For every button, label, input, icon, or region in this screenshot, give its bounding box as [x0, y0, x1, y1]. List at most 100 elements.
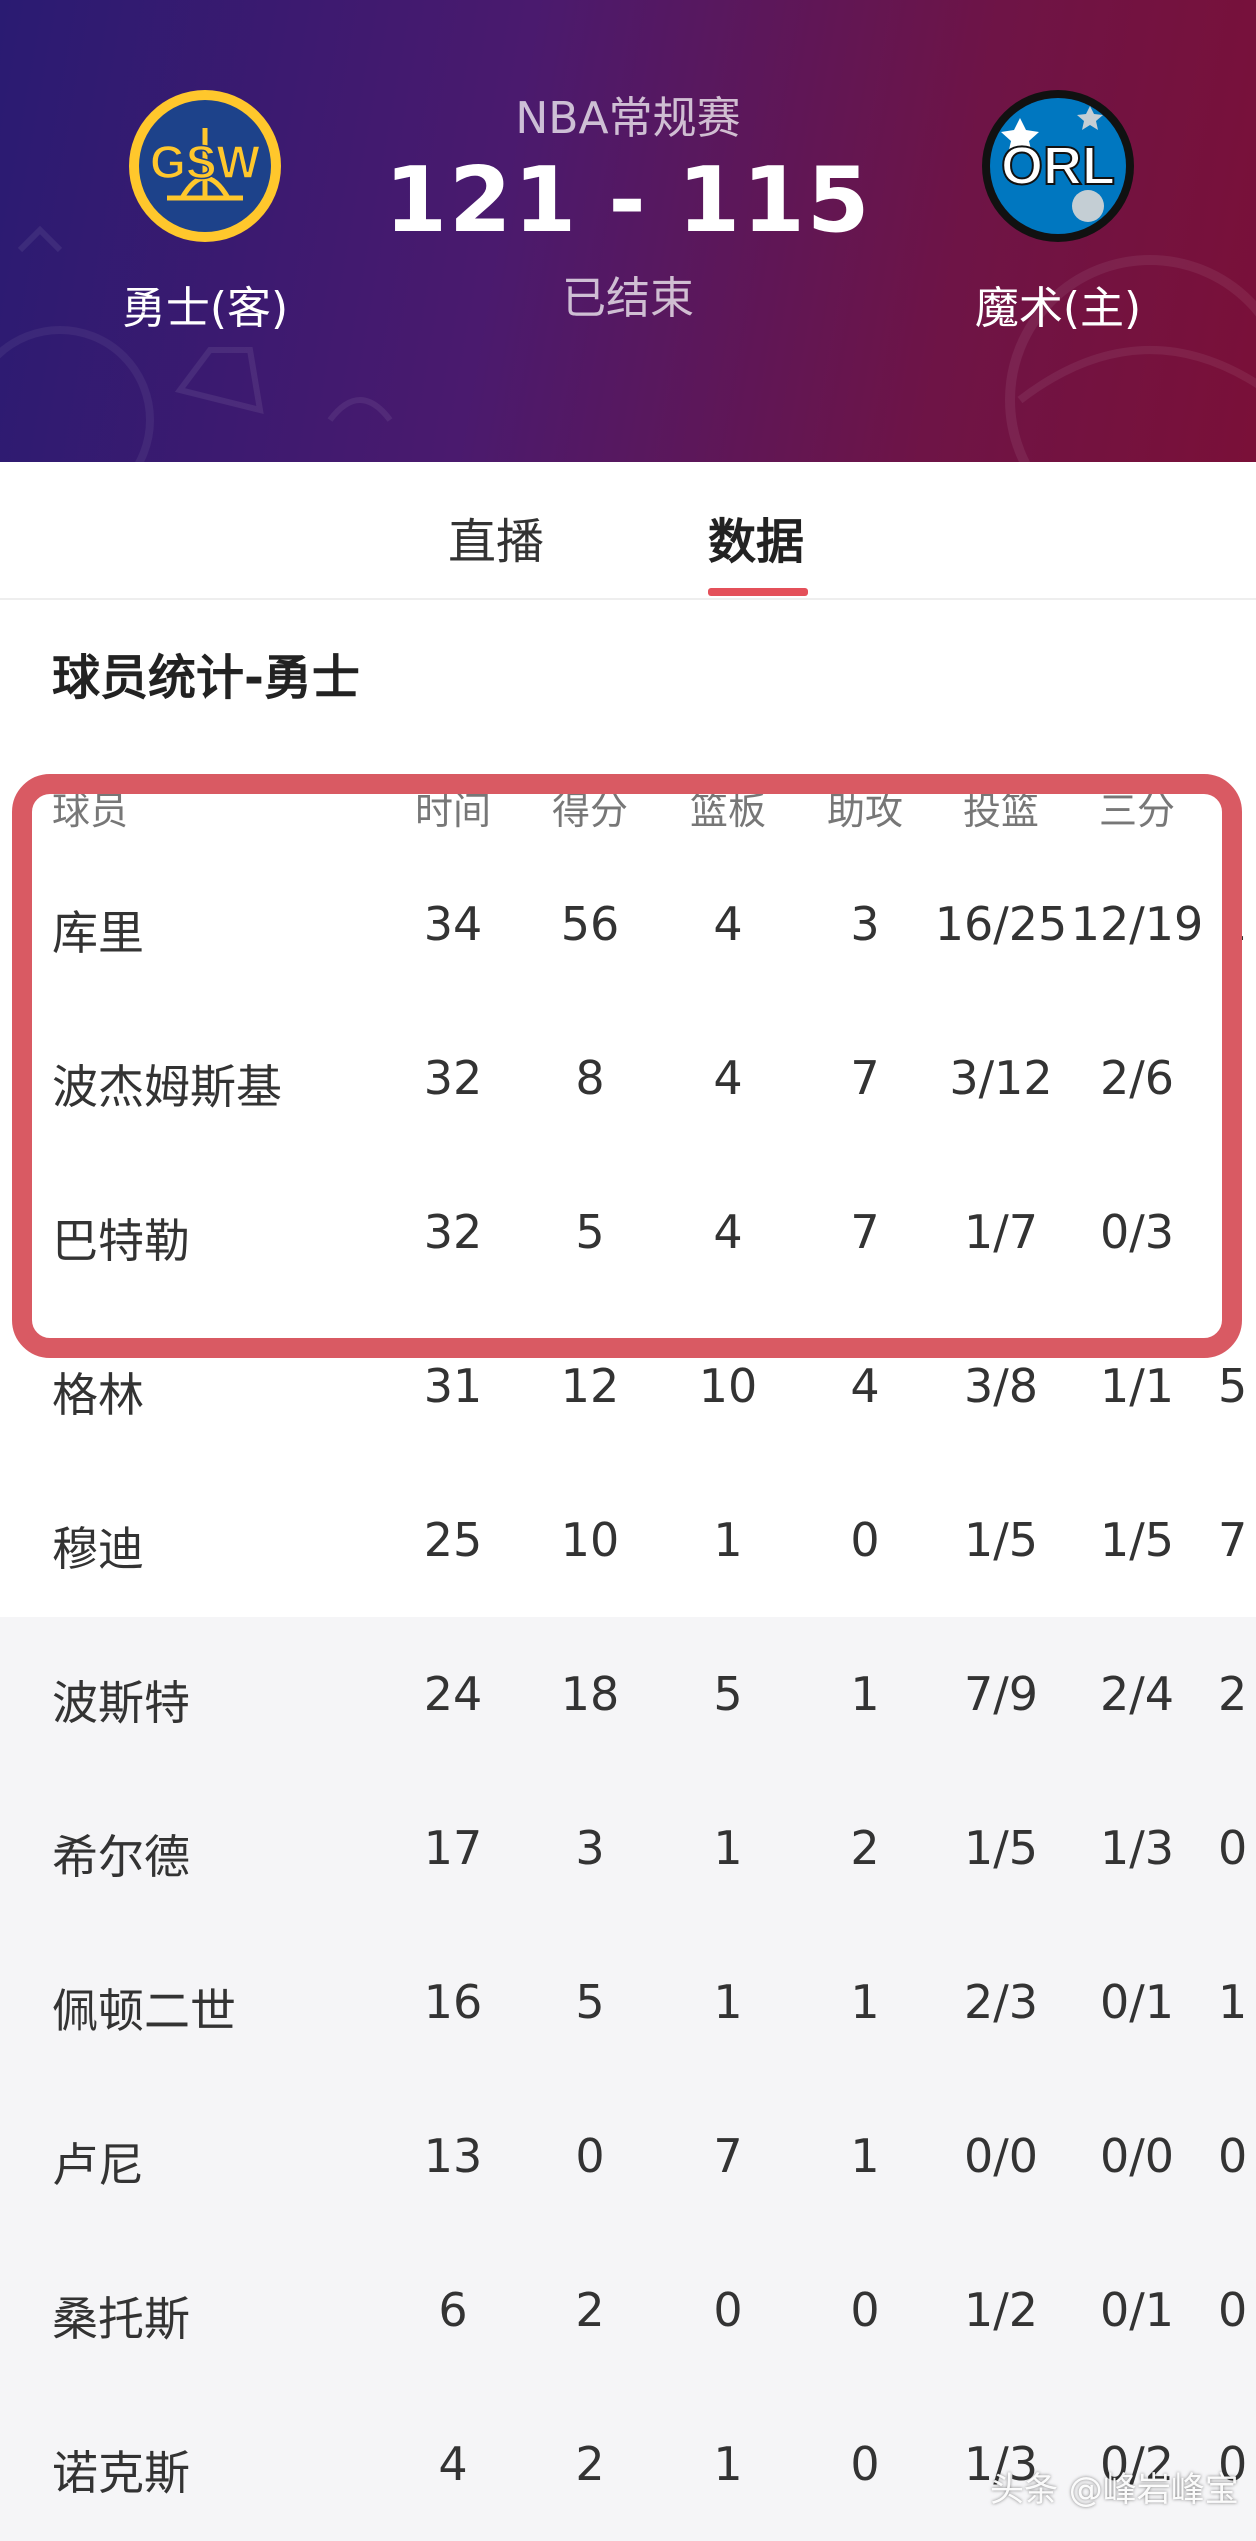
minutes-cell: 24 [423, 1667, 483, 1721]
player-name: 波斯特 [52, 1676, 190, 1730]
three-pointers-cell: 2/4 [1099, 1667, 1175, 1721]
column-header-assists: 助攻 [826, 789, 903, 833]
points-cell: 18 [560, 1667, 620, 1721]
truncated-cell: 0 [1218, 1821, 1248, 1875]
player-name: 库里 [52, 906, 144, 960]
column-header-three-pointers: 三分 [1098, 789, 1175, 833]
player-name: 卢尼 [52, 2138, 144, 2192]
assists-cell: 2 [850, 1821, 880, 1875]
column-header-time: 时间 [414, 789, 491, 833]
points-cell: 2 [575, 2283, 605, 2337]
source-watermark: 头条 @峰岩峰宝 [990, 2470, 1239, 2510]
warriors-logo-icon[interactable]: GSW [127, 88, 283, 244]
rebounds-cell: 1 [713, 1513, 743, 1567]
table-row[interactable]: 希尔德 17 3 1 2 1/5 1/3 0 [0, 1771, 1256, 1925]
points-cell: 2 [575, 2437, 605, 2491]
tab-data[interactable]: 数据 [708, 502, 804, 572]
three-pointers-cell: 1/3 [1099, 1821, 1175, 1875]
player-stats-table: 库里 34 56 4 3 16/25 12/19 1 波杰姆斯基 32 8 4 … [0, 847, 1256, 2541]
player-name: 桑托斯 [52, 2292, 190, 2346]
rebounds-cell: 7 [713, 2129, 743, 2183]
three-pointers-cell: 1/1 [1099, 1359, 1175, 1413]
truncated-cell: 7 [1218, 1513, 1248, 1567]
rebounds-cell: 0 [713, 2283, 743, 2337]
assists-cell: 1 [850, 1975, 880, 2029]
field-goals-cell: 3/8 [963, 1359, 1039, 1413]
rebounds-cell: 5 [713, 1667, 743, 1721]
player-name: 格林 [52, 1368, 144, 1422]
minutes-cell: 34 [423, 897, 483, 951]
table-row[interactable]: 库里 34 56 4 3 16/25 12/19 1 [0, 847, 1256, 1001]
column-header-player: 球员 [52, 789, 129, 833]
three-pointers-cell: 2/6 [1099, 1051, 1175, 1105]
field-goals-cell: 16/25 [934, 897, 1068, 951]
assists-cell: 7 [850, 1051, 880, 1105]
minutes-cell: 6 [438, 2283, 468, 2337]
table-row[interactable]: 波斯特 24 18 5 1 7/9 2/4 2 [0, 1617, 1256, 1771]
minutes-cell: 13 [423, 2129, 483, 2183]
three-pointers-cell: 0/3 [1099, 1205, 1175, 1259]
table-row[interactable]: 巴特勒 32 5 4 7 1/7 0/3 [0, 1155, 1256, 1309]
minutes-cell: 17 [423, 1821, 483, 1875]
minutes-cell: 32 [423, 1205, 483, 1259]
rebounds-cell: 1 [713, 1821, 743, 1875]
field-goals-cell: 0/0 [963, 2129, 1039, 2183]
three-pointers-cell: 0/0 [1099, 2129, 1175, 2183]
rebounds-cell: 4 [713, 897, 743, 951]
scoreboard-header: NBA常规赛 121-115 已结束 GSW ORL 勇士(客) 魔术(主) [0, 0, 1256, 462]
assists-cell: 1 [850, 1667, 880, 1721]
tab-live[interactable]: 直播 [448, 502, 544, 572]
truncated-cell: 2 [1218, 1667, 1248, 1721]
points-cell: 56 [560, 897, 620, 951]
points-cell: 5 [575, 1205, 605, 1259]
rebounds-cell: 1 [713, 1975, 743, 2029]
field-goals-cell: 3/12 [949, 1051, 1053, 1105]
table-row[interactable]: 穆迪 25 10 1 0 1/5 1/5 7 [0, 1463, 1256, 1617]
table-row[interactable]: 佩顿二世 16 5 1 1 2/3 0/1 1 [0, 1925, 1256, 2079]
assists-cell: 0 [850, 2283, 880, 2337]
minutes-cell: 4 [438, 2437, 468, 2491]
rebounds-cell: 1 [713, 2437, 743, 2491]
rebounds-cell: 4 [713, 1205, 743, 1259]
svg-text:ORL: ORL [1001, 136, 1115, 196]
three-pointers-cell: 12/19 [1070, 897, 1204, 951]
minutes-cell: 16 [423, 1975, 483, 2029]
assists-cell: 0 [850, 2437, 880, 2491]
field-goals-cell: 1/5 [963, 1821, 1039, 1875]
player-name: 佩顿二世 [52, 1984, 236, 2038]
points-cell: 3 [575, 1821, 605, 1875]
truncated-cell: 0 [1218, 2283, 1248, 2337]
svg-text:GSW: GSW [150, 136, 260, 188]
truncated-cell: 5 [1218, 1359, 1248, 1413]
column-header-rebounds: 篮板 [689, 789, 766, 833]
away-team-name[interactable]: 勇士(客) [75, 272, 335, 336]
magic-logo-icon[interactable]: ORL [980, 88, 1136, 244]
home-team-name[interactable]: 魔术(主) [928, 272, 1188, 336]
three-pointers-cell: 0/1 [1099, 2283, 1175, 2337]
truncated-cell: 1 [1218, 1975, 1248, 2029]
points-cell: 8 [575, 1051, 605, 1105]
assists-cell: 0 [850, 1513, 880, 1567]
table-row[interactable]: 卢尼 13 0 7 1 0/0 0/0 0 [0, 2079, 1256, 2233]
table-row[interactable]: 波杰姆斯基 32 8 4 7 3/12 2/6 [0, 1001, 1256, 1155]
assists-cell: 7 [850, 1205, 880, 1259]
field-goals-cell: 1/2 [963, 2283, 1039, 2337]
minutes-cell: 31 [423, 1359, 483, 1413]
three-pointers-cell: 1/5 [1099, 1513, 1175, 1567]
table-row[interactable]: 格林 31 12 10 4 3/8 1/1 5 [0, 1309, 1256, 1463]
points-cell: 0 [575, 2129, 605, 2183]
player-name: 巴特勒 [52, 1214, 190, 1268]
active-tab-indicator [708, 588, 808, 596]
truncated-cell: 1 [1218, 897, 1248, 951]
rebounds-cell: 10 [698, 1359, 758, 1413]
assists-cell: 3 [850, 897, 880, 951]
three-pointers-cell: 0/1 [1099, 1975, 1175, 2029]
column-header-field-goals: 投篮 [962, 789, 1039, 833]
truncated-cell: 0 [1218, 2129, 1248, 2183]
minutes-cell: 25 [423, 1513, 483, 1567]
player-name: 希尔德 [52, 1830, 190, 1884]
field-goals-cell: 7/9 [963, 1667, 1039, 1721]
table-row[interactable]: 桑托斯 6 2 0 0 1/2 0/1 0 [0, 2233, 1256, 2387]
assists-cell: 1 [850, 2129, 880, 2183]
section-title: 球员统计-勇士 [52, 650, 360, 706]
